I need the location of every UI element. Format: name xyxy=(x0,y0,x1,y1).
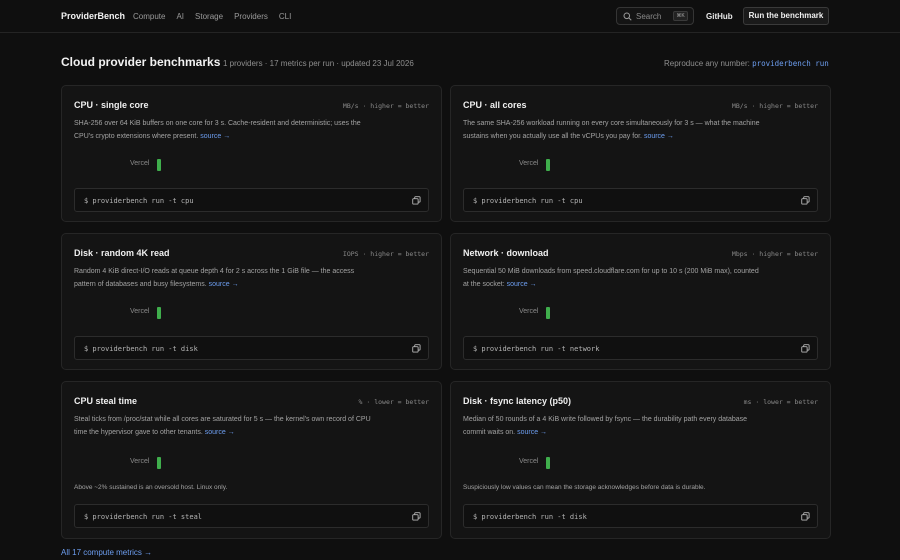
card-title: Disk · random 4K read xyxy=(74,248,170,258)
card-description: Median of 50 rounds of a 4 KiB write fol… xyxy=(463,414,763,439)
card-description: SHA-256 over 64 KiB buffers on one core … xyxy=(74,118,374,143)
result-bar xyxy=(546,159,550,171)
brand-logo[interactable]: ProviderBench xyxy=(61,11,125,21)
page-title: Cloud provider benchmarks xyxy=(61,55,221,69)
result-bar xyxy=(546,307,550,319)
copy-icon[interactable] xyxy=(412,196,421,205)
provider-label: Vercel xyxy=(519,458,539,465)
provider-label: Vercel xyxy=(519,160,539,167)
provider-label: Vercel xyxy=(130,308,150,315)
provider-label: Vercel xyxy=(130,458,150,465)
top-nav: ProviderBench Compute AI Storage Provide… xyxy=(0,0,900,33)
nav-links: Compute AI Storage Providers CLI xyxy=(133,12,291,21)
card-note: Above ~2% sustained is an oversold host.… xyxy=(74,484,228,491)
card-title: Disk · fsync latency (p50) xyxy=(463,396,572,406)
nav-link-providers[interactable]: Providers xyxy=(234,12,268,21)
metric-card-cpu-steal: CPU steal time % · lower = better Steal … xyxy=(61,381,442,539)
card-title: CPU steal time xyxy=(74,396,138,406)
description-text: Median of 50 rounds of a 4 KiB write fol… xyxy=(463,416,748,436)
metric-card-network-download: Network · download Mbps · higher = bette… xyxy=(450,233,831,370)
card-description: Sequential 50 MiB downloads from speed.c… xyxy=(463,266,763,291)
source-link[interactable]: source → xyxy=(517,429,547,436)
provider-label: Vercel xyxy=(519,308,539,315)
command-text: $ providerbench run -t cpu xyxy=(84,197,194,205)
nav-link-compute[interactable]: Compute xyxy=(133,12,165,21)
search-placeholder: Search xyxy=(636,12,662,21)
reproduce-label: Reproduce any number: xyxy=(664,59,750,68)
card-unit: Mbps · higher = better xyxy=(731,250,818,258)
command-box: $ providerbench run -t steal xyxy=(74,504,429,528)
metric-card-disk-fsync: Disk · fsync latency (p50) ms · lower = … xyxy=(450,381,831,539)
provider-label: Vercel xyxy=(130,160,150,167)
command-box: $ providerbench run -t network xyxy=(463,336,818,360)
search-shortcut-badge: ⌘K xyxy=(673,11,688,21)
nav-link-cli[interactable]: CLI xyxy=(279,12,291,21)
copy-icon[interactable] xyxy=(801,196,810,205)
command-text: $ providerbench run -t disk xyxy=(84,345,198,353)
source-link[interactable]: source → xyxy=(644,133,674,140)
copy-icon[interactable] xyxy=(801,344,810,353)
card-description: The same SHA-256 workload running on eve… xyxy=(463,118,763,143)
copy-icon[interactable] xyxy=(412,344,421,353)
card-title: CPU · single core xyxy=(74,100,149,110)
copy-icon[interactable] xyxy=(412,512,421,521)
command-text: $ providerbench run -t disk xyxy=(473,513,587,521)
source-link[interactable]: source → xyxy=(507,281,537,288)
search-box[interactable]: Search ⌘K xyxy=(616,7,694,25)
metric-card-disk-random-read: Disk · random 4K read IOPS · higher = be… xyxy=(61,233,442,370)
description-text: The same SHA-256 workload running on eve… xyxy=(463,120,760,140)
metric-card-cpu-all: CPU · all cores MB/s · higher = better T… xyxy=(450,85,831,222)
card-unit: MB/s · higher = better xyxy=(731,102,818,110)
result-bar xyxy=(157,457,161,469)
source-link[interactable]: source → xyxy=(200,133,230,140)
nav-link-ai[interactable]: AI xyxy=(176,12,184,21)
result-bar xyxy=(546,457,550,469)
copy-icon[interactable] xyxy=(801,512,810,521)
command-text: $ providerbench run -t network xyxy=(473,345,600,353)
command-box: $ providerbench run -t disk xyxy=(463,504,818,528)
card-unit: MB/s · higher = better xyxy=(342,102,429,110)
search-icon xyxy=(623,12,632,21)
reproduce-command[interactable]: providerbench run xyxy=(752,59,829,68)
card-title: Network · download xyxy=(463,248,549,258)
command-box: $ providerbench run -t cpu xyxy=(463,188,818,212)
card-description: Random 4 KiB direct-I/O reads at queue d… xyxy=(74,266,374,291)
page-meta: 1 providers · 17 metrics per run · updat… xyxy=(223,59,414,68)
card-unit: % · lower = better xyxy=(358,398,429,406)
card-note: Suspiciously low values can mean the sto… xyxy=(463,484,706,491)
all-metrics-link[interactable]: All 17 compute metrics → xyxy=(61,548,152,557)
command-text: $ providerbench run -t cpu xyxy=(473,197,583,205)
card-description: Steal ticks from /proc/stat while all co… xyxy=(74,414,374,439)
github-link[interactable]: GitHub xyxy=(706,12,733,21)
run-benchmark-button[interactable]: Run the benchmark xyxy=(743,7,829,25)
card-unit: ms · lower = better xyxy=(743,398,818,406)
command-box: $ providerbench run -t cpu xyxy=(74,188,429,212)
card-title: CPU · all cores xyxy=(463,100,527,110)
reproduce-hint: Reproduce any number: providerbench run xyxy=(664,59,829,68)
source-link[interactable]: source → xyxy=(209,281,239,288)
card-unit: IOPS · higher = better xyxy=(342,250,429,258)
command-text: $ providerbench run -t steal xyxy=(84,513,203,521)
command-box: $ providerbench run -t disk xyxy=(74,336,429,360)
result-bar xyxy=(157,307,161,319)
nav-link-storage[interactable]: Storage xyxy=(195,12,223,21)
source-link[interactable]: source → xyxy=(205,429,235,436)
result-bar xyxy=(157,159,161,171)
metric-card-cpu-single: CPU · single core MB/s · higher = better… xyxy=(61,85,442,222)
